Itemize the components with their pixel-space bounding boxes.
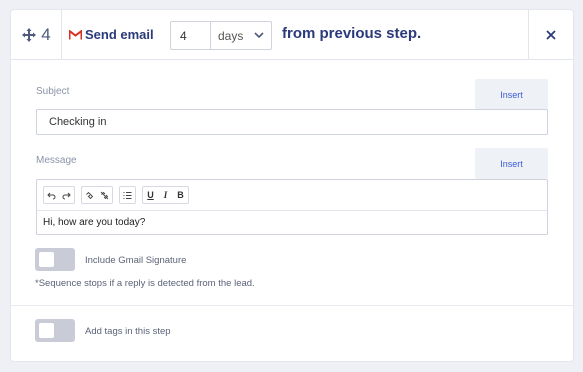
redo-icon [62, 192, 71, 199]
gmail-signature-label: Include Gmail Signature [85, 255, 187, 266]
bold-button[interactable]: B [173, 187, 188, 203]
subject-label: Subject [36, 86, 70, 97]
email-step-card: 4 Send email days from previous step. Su… [11, 10, 573, 361]
add-tags-label: Add tags in this step [85, 326, 171, 337]
delay-value-input[interactable] [171, 22, 211, 49]
section-divider [11, 305, 573, 306]
message-label: Message [36, 155, 77, 166]
bullet-list-icon [123, 191, 132, 199]
link-button[interactable] [82, 187, 97, 203]
delay-control: days [170, 21, 272, 50]
step-drag-handle[interactable]: 4 [11, 10, 62, 60]
redo-button[interactable] [59, 187, 74, 203]
history-group [43, 186, 75, 204]
underline-button[interactable]: U [143, 187, 158, 203]
undo-icon [47, 192, 56, 199]
toggle-knob [39, 323, 54, 338]
close-icon [546, 30, 556, 40]
chevron-down-icon [254, 32, 264, 39]
gmail-signature-toggle[interactable] [35, 248, 75, 271]
bullet-list-button[interactable] [120, 187, 135, 203]
list-group [119, 186, 136, 204]
move-icon [22, 28, 37, 42]
send-type: Send email [69, 27, 154, 42]
unlink-icon [100, 191, 109, 199]
sequence-stop-note: *Sequence stops if a reply is detected f… [35, 278, 255, 289]
add-tags-toggle[interactable] [35, 319, 75, 342]
send-type-label: Send email [85, 27, 154, 42]
message-body[interactable]: Hi, how are you today? [43, 217, 145, 228]
editor-toolbar: U I B [37, 180, 547, 211]
message-insert-button[interactable]: Insert [475, 148, 548, 179]
delay-unit-select[interactable]: days [211, 22, 271, 49]
italic-button[interactable]: I [158, 187, 173, 203]
delay-suffix: from previous step. [282, 25, 422, 42]
close-button[interactable] [528, 10, 573, 60]
format-group: U I B [142, 186, 189, 204]
message-editor: U I B Hi, how are you today? [36, 179, 548, 235]
link-icon [86, 191, 94, 199]
step-number: 4 [41, 25, 51, 44]
gmail-icon [69, 29, 82, 39]
link-group [81, 186, 113, 204]
delay-unit-value: days [218, 28, 244, 43]
unlink-button[interactable] [97, 187, 112, 203]
subject-insert-button[interactable]: Insert [475, 79, 548, 110]
undo-button[interactable] [44, 187, 59, 203]
step-header: 4 Send email days from previous step. [11, 10, 573, 60]
subject-input[interactable] [36, 109, 548, 135]
toggle-knob [39, 252, 54, 267]
